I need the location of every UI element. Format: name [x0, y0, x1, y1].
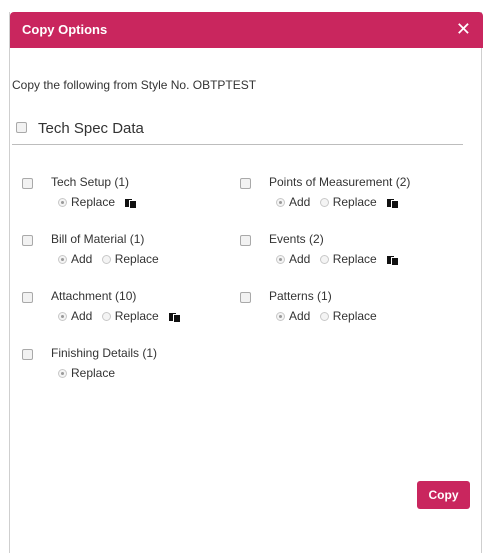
item-events: Events (2) Add Replace — [240, 232, 450, 272]
section-tech-spec-data: Tech Spec Data — [12, 118, 463, 145]
copy-icon[interactable] — [168, 312, 180, 322]
tech-setup-label: Tech Setup — [51, 175, 112, 189]
pom-add-radio[interactable] — [276, 197, 285, 207]
patterns-checkbox[interactable] — [240, 292, 251, 303]
events-replace-radio[interactable] — [319, 254, 329, 264]
patterns-count: (1) — [317, 289, 332, 303]
bom-replace-radio[interactable] — [101, 254, 111, 264]
events-add-radio[interactable] — [276, 254, 285, 264]
bom-label: Bill of Material — [51, 232, 127, 246]
copy-button[interactable]: Copy — [417, 481, 470, 509]
attachment-add-label: Add — [71, 309, 93, 323]
tech-setup-checkbox[interactable] — [22, 178, 33, 189]
copy-icon[interactable] — [125, 198, 137, 208]
dialog-titlebar: Copy Options ✕ — [10, 12, 483, 48]
attachment-count: (10) — [115, 289, 137, 303]
dialog-title: Copy Options — [22, 22, 108, 37]
bom-checkbox[interactable] — [22, 235, 33, 246]
bom-replace-label: Replace — [114, 252, 159, 266]
tech-spec-data-checkbox[interactable] — [16, 122, 27, 133]
item-attachment: Attachment (10) Add Replace — [22, 289, 232, 329]
close-icon[interactable]: ✕ — [456, 18, 471, 40]
item-tech-setup: Tech Setup (1) Replace — [22, 175, 232, 215]
finishing-details-replace-radio[interactable] — [58, 368, 67, 378]
events-label: Events — [269, 232, 306, 246]
copy-icon[interactable] — [386, 255, 398, 265]
finishing-details-count: (1) — [142, 346, 158, 360]
events-add-label: Add — [289, 252, 311, 266]
attachment-label: Attachment — [51, 289, 112, 303]
pom-replace-label: Replace — [332, 195, 377, 209]
patterns-add-radio[interactable] — [276, 311, 285, 321]
patterns-label: Patterns — [269, 289, 314, 303]
bom-count: (1) — [129, 232, 145, 246]
pom-label: Points of Measurement — [269, 175, 393, 189]
item-bill-of-material: Bill of Material (1) Add Replace — [22, 232, 232, 272]
intro-text: Copy the following from Style No. OBTPTE… — [12, 78, 257, 92]
pom-count: (2) — [395, 175, 411, 189]
finishing-details-checkbox[interactable] — [22, 349, 33, 360]
pom-checkbox[interactable] — [240, 178, 251, 189]
bom-add-radio[interactable] — [58, 254, 67, 264]
item-finishing-details: Finishing Details (1) Replace — [22, 346, 232, 386]
patterns-replace-label: Replace — [332, 309, 377, 323]
bom-add-label: Add — [71, 252, 93, 266]
pom-add-label: Add — [289, 195, 311, 209]
section-label: Tech Spec Data — [38, 120, 144, 137]
events-count: (2) — [309, 232, 324, 246]
item-patterns: Patterns (1) Add Replace — [240, 289, 450, 329]
copy-options-dialog: Copy Options ✕ — [9, 12, 483, 553]
tech-setup-replace-label: Replace — [71, 195, 116, 209]
tech-setup-count: (1) — [114, 175, 130, 189]
pom-replace-radio[interactable] — [319, 197, 329, 207]
events-checkbox[interactable] — [240, 235, 251, 246]
item-points-of-measurement: Points of Measurement (2) Add Replace — [240, 175, 450, 215]
tech-setup-replace-radio[interactable] — [58, 197, 67, 207]
patterns-replace-radio[interactable] — [319, 311, 329, 321]
finishing-details-replace-label: Replace — [71, 366, 116, 380]
events-replace-label: Replace — [332, 252, 377, 266]
copy-icon[interactable] — [386, 198, 398, 208]
attachment-replace-radio[interactable] — [101, 311, 111, 321]
finishing-details-label: Finishing Details — [51, 346, 140, 360]
attachment-checkbox[interactable] — [22, 292, 33, 303]
attachment-add-radio[interactable] — [58, 311, 67, 321]
attachment-replace-label: Replace — [114, 309, 159, 323]
patterns-add-label: Add — [289, 309, 311, 323]
